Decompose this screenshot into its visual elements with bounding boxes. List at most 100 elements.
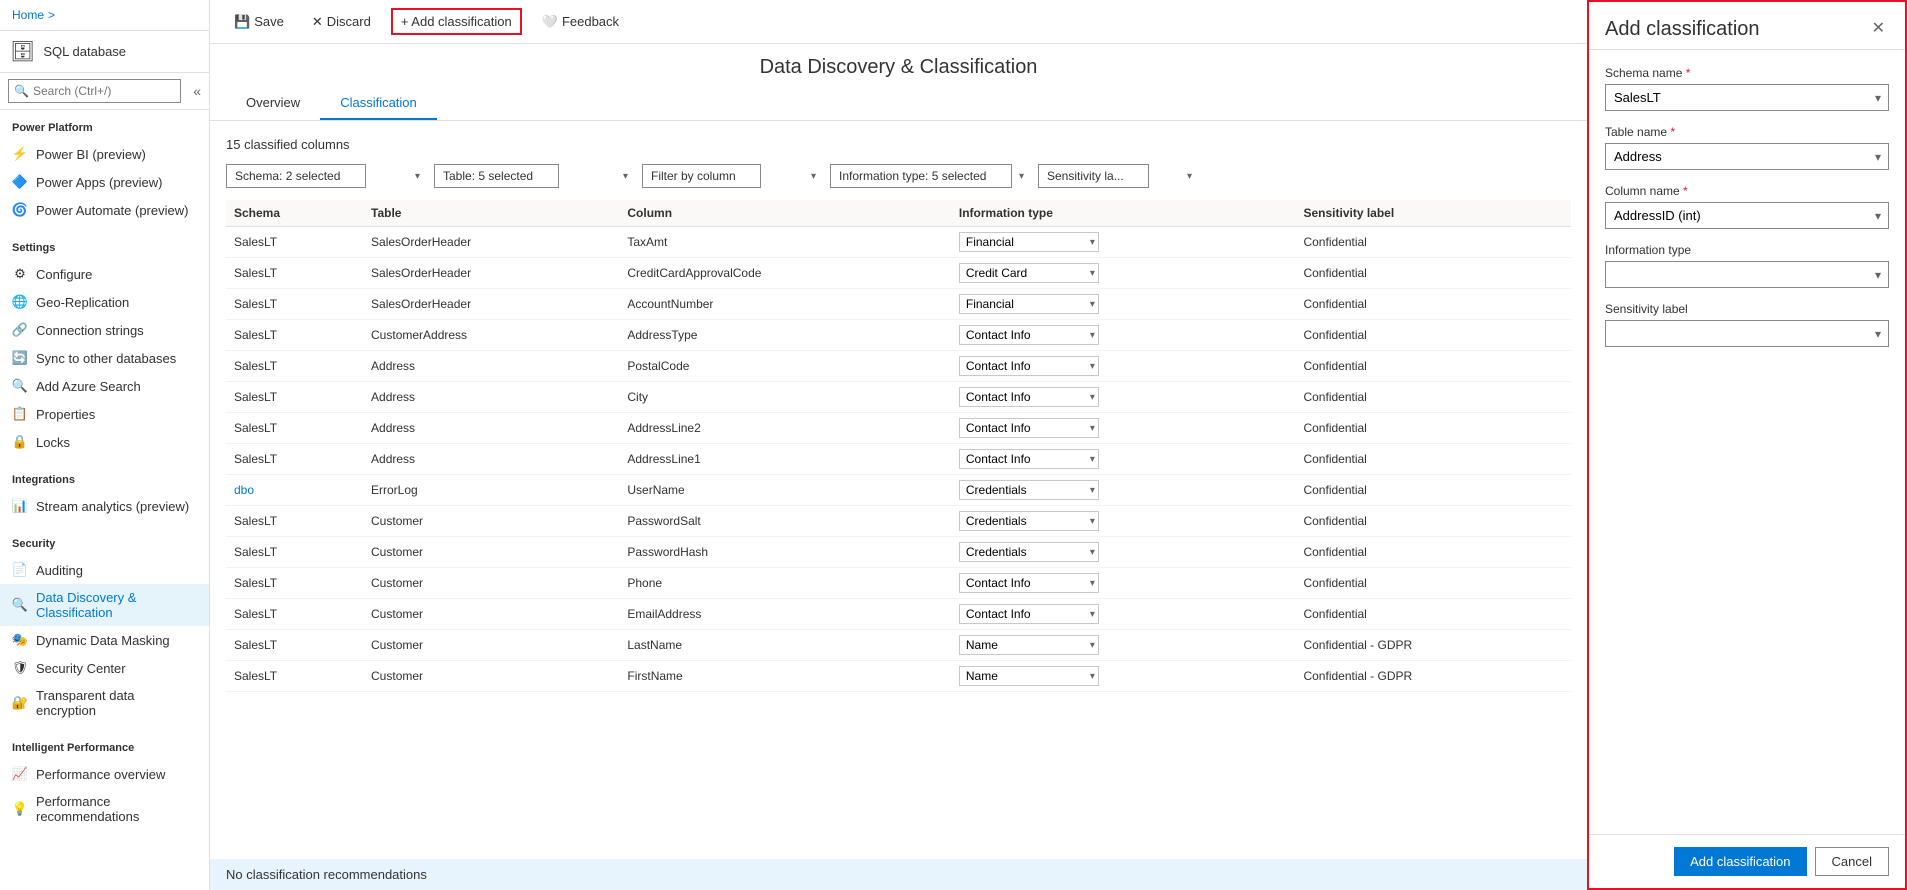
cell-info-type: Name xyxy=(951,630,1296,661)
save-label: Save xyxy=(254,14,284,29)
cell-schema: SalesLT xyxy=(226,382,363,413)
info-type-row-select[interactable]: Financial xyxy=(959,294,1099,314)
table-name-label: Table name * xyxy=(1605,125,1889,139)
sidebar-section-title-security: Security xyxy=(0,532,209,556)
column-name-select[interactable]: AddressID (int) xyxy=(1605,202,1889,229)
power-automate-icon: 🌀 xyxy=(12,202,28,218)
table-row: SalesLT Address AddressLine2 Contact Inf… xyxy=(226,413,1571,444)
panel-cancel-button[interactable]: Cancel xyxy=(1815,847,1889,876)
sidebar-section-title-settings: Settings xyxy=(0,236,209,260)
cell-sensitivity: Confidential - GDPR xyxy=(1295,661,1571,692)
sidebar-app-title: SQL database xyxy=(43,44,126,59)
cell-sensitivity: Confidential xyxy=(1295,475,1571,506)
sidebar-item-perf-overview[interactable]: 📈 Performance overview xyxy=(0,760,209,788)
schema-name-select[interactable]: SalesLT xyxy=(1605,84,1889,111)
sidebar-item-label-azure-search: Add Azure Search xyxy=(36,379,141,394)
sidebar-item-power-apps[interactable]: 🔷 Power Apps (preview) xyxy=(0,168,209,196)
tab-classification[interactable]: Classification xyxy=(320,87,437,120)
sidebar-item-label-masking: Dynamic Data Masking xyxy=(36,633,170,648)
tde-icon: 🔐 xyxy=(12,695,28,711)
field-group-column: Column name * AddressID (int) xyxy=(1605,184,1889,229)
sidebar-item-configure[interactable]: ⚙ Configure xyxy=(0,260,209,288)
cell-info-type: Contact Info xyxy=(951,351,1296,382)
info-type-row-select[interactable]: Contact Info xyxy=(959,449,1099,469)
info-type-row-select[interactable]: Contact Info xyxy=(959,325,1099,345)
sidebar-item-locks[interactable]: 🔒 Locks xyxy=(0,428,209,456)
column-filter[interactable]: Filter by column xyxy=(642,164,761,188)
properties-icon: 📋 xyxy=(12,406,28,422)
search-input[interactable] xyxy=(8,79,181,103)
right-panel-header: Add classification ✕ xyxy=(1589,2,1905,50)
sidebar-item-sync[interactable]: 🔄 Sync to other databases xyxy=(0,344,209,372)
info-type-row-select[interactable]: Contact Info xyxy=(959,356,1099,376)
table-row: SalesLT Customer PasswordHash Credential… xyxy=(226,537,1571,568)
sync-icon: 🔄 xyxy=(12,350,28,366)
sensitivity-label-cell: Confidential xyxy=(1303,328,1366,342)
sidebar-item-auditing[interactable]: 📄 Auditing xyxy=(0,556,209,584)
save-button[interactable]: 💾 Save xyxy=(226,10,292,34)
sidebar-item-connection-strings[interactable]: 🔗 Connection strings xyxy=(0,316,209,344)
sensitivity-label-panel-select[interactable] xyxy=(1605,320,1889,347)
info-type-cell-wrap: Financial xyxy=(959,232,1099,252)
close-panel-button[interactable]: ✕ xyxy=(1868,18,1889,38)
sidebar-item-label-tde: Transparent data encryption xyxy=(36,688,197,718)
table-header: Schema Table Column Information type Sen… xyxy=(226,200,1571,227)
tab-overview[interactable]: Overview xyxy=(226,87,320,120)
info-type-row-select[interactable]: Contact Info xyxy=(959,387,1099,407)
breadcrumb-home[interactable]: Home xyxy=(12,8,44,22)
info-type-row-select[interactable]: Contact Info xyxy=(959,418,1099,438)
info-type-row-select[interactable]: Name xyxy=(959,635,1099,655)
info-type-filter[interactable]: Information type: 5 selected xyxy=(830,164,1012,188)
info-type-row-select[interactable]: Contact Info xyxy=(959,573,1099,593)
column-filter-wrap: Filter by column xyxy=(642,164,822,188)
sidebar-item-label-discovery: Data Discovery & Classification xyxy=(36,590,197,620)
sidebar-item-azure-search[interactable]: 🔍 Add Azure Search xyxy=(0,372,209,400)
sidebar-item-data-discovery[interactable]: 🔍 Data Discovery & Classification xyxy=(0,584,209,626)
sidebar-section-title-power-platform: Power Platform xyxy=(0,116,209,140)
cell-table: SalesOrderHeader xyxy=(363,289,619,320)
feedback-button[interactable]: 🤍 Feedback xyxy=(534,10,627,34)
sidebar-item-security-center[interactable]: 🛡 Security Center xyxy=(0,654,209,682)
cell-info-type: Financial xyxy=(951,227,1296,258)
sensitivity-label-cell: Confidential xyxy=(1303,514,1366,528)
info-type-row-select[interactable]: Contact Info xyxy=(959,604,1099,624)
info-type-row-select[interactable]: Credentials xyxy=(959,480,1099,500)
info-type-cell-wrap: Credit Card xyxy=(959,263,1099,283)
sensitivity-label-cell: Confidential xyxy=(1303,359,1366,373)
add-classification-button[interactable]: + Add classification xyxy=(391,8,522,35)
sidebar-collapse-button[interactable]: « xyxy=(193,83,201,99)
sidebar-item-label-power-automate: Power Automate (preview) xyxy=(36,203,188,218)
info-type-panel-select[interactable] xyxy=(1605,261,1889,288)
sidebar-item-power-bi[interactable]: ⚡ Power BI (preview) xyxy=(0,140,209,168)
info-type-row-select[interactable]: Credentials xyxy=(959,511,1099,531)
sidebar-item-tde[interactable]: 🔐 Transparent data encryption xyxy=(0,682,209,724)
cell-sensitivity: Confidential xyxy=(1295,227,1571,258)
cell-column: AddressLine2 xyxy=(619,413,951,444)
cell-table: Customer xyxy=(363,661,619,692)
info-type-row-select[interactable]: Credentials xyxy=(959,542,1099,562)
cell-column: TaxAmt xyxy=(619,227,951,258)
sidebar-item-power-automate[interactable]: 🌀 Power Automate (preview) xyxy=(0,196,209,224)
col-header-info-type: Information type xyxy=(951,200,1296,227)
discard-button[interactable]: ✕ Discard xyxy=(304,10,379,34)
sidebar-item-properties[interactable]: 📋 Properties xyxy=(0,400,209,428)
info-type-row-select[interactable]: Credit Card xyxy=(959,263,1099,283)
table-row: SalesLT Customer PasswordSalt Credential… xyxy=(226,506,1571,537)
table-name-select[interactable]: Address xyxy=(1605,143,1889,170)
sidebar-section-intelligent-perf: Intelligent Performance 📈 Performance ov… xyxy=(0,730,209,836)
stream-analytics-icon: 📊 xyxy=(12,498,28,514)
sensitivity-label-cell: Confidential xyxy=(1303,576,1366,590)
info-type-row-select[interactable]: Name xyxy=(959,666,1099,686)
sidebar-item-geo-replication[interactable]: 🌐 Geo-Replication xyxy=(0,288,209,316)
panel-add-classification-button[interactable]: Add classification xyxy=(1674,847,1806,876)
sidebar-item-stream-analytics[interactable]: 📊 Stream analytics (preview) xyxy=(0,492,209,520)
sidebar-item-dynamic-masking[interactable]: 🎭 Dynamic Data Masking xyxy=(0,626,209,654)
page-title: Data Discovery & Classification xyxy=(210,44,1587,87)
sidebar-item-perf-recommendations[interactable]: 💡 Performance recommendations xyxy=(0,788,209,830)
table-filter[interactable]: Table: 5 selected xyxy=(434,164,559,188)
sensitivity-filter[interactable]: Sensitivity la... xyxy=(1038,164,1149,188)
schema-filter[interactable]: Schema: 2 selected xyxy=(226,164,366,188)
info-type-row-select[interactable]: Financial xyxy=(959,232,1099,252)
cell-sensitivity: Confidential xyxy=(1295,568,1571,599)
table-row: SalesLT Address AddressLine1 Contact Inf… xyxy=(226,444,1571,475)
